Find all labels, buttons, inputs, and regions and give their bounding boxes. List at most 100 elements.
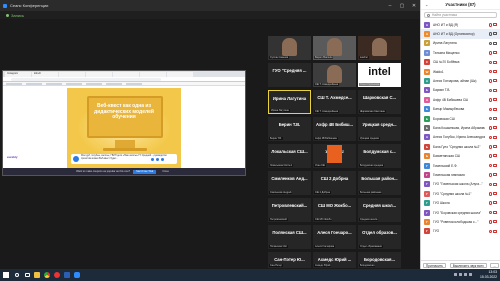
camera-icon [493, 107, 497, 111]
video-tile[interactable]: СШ 2 Добрна СШ 2 Добрна [313, 171, 356, 195]
avatar: Б [424, 87, 430, 94]
video-tile[interactable]: Ахфр 4В Бибиш... Ахфр 4В Бибишева [313, 117, 356, 141]
participant-row[interactable]: Б Бала Гуло "Средняя школа №2" [421, 142, 500, 151]
zoom-taskbar-icon[interactable] [72, 269, 82, 281]
close-icon[interactable]: ✕ [408, 0, 420, 11]
participant-row[interactable]: Г ГУО "Гомельская школа (Алуга..." [421, 180, 500, 189]
participant-name: СШ №70 Бобёвка [433, 60, 460, 65]
video-tile[interactable]: Улан СШУлан СШ [313, 144, 356, 168]
video-tile[interactable]: Большая район... Большая районная [358, 171, 401, 195]
share-promo-bar: Want to make coupons as popular as this … [3, 168, 245, 175]
participant-search[interactable]: Найти участника [424, 12, 497, 18]
video-tile[interactable]: СШ Т. Ахмедсейкеев [313, 63, 356, 87]
participant-row[interactable]: Г ГУО "Ровенскослободская с..." [421, 217, 500, 226]
video-tile[interactable]: Бородовская... Бородовская [358, 252, 401, 268]
video-tile[interactable]: intel Ольга Урумьяева [358, 63, 401, 87]
video-tile[interactable]: Алеся Гончаро... Алеся Гончарова [313, 225, 356, 249]
more-button[interactable]: ... [490, 262, 500, 268]
task-view-icon[interactable] [22, 269, 32, 281]
participant-name: ГУО "Гомельская школа (Алуга..." [433, 182, 483, 187]
invite-button[interactable]: Пригласить [422, 262, 446, 268]
video-tile[interactable]: Урицкая средн... Урицкая средняя [358, 117, 401, 141]
participant-row[interactable]: Б Бахметинская СШ [421, 151, 500, 160]
participant-status [488, 69, 497, 74]
video-tile[interactable]: Ирина Лагутина Ирина Лагутина [268, 90, 311, 114]
video-tile[interactable]: Отдел образов... Отдел образования [358, 225, 401, 249]
participant-row[interactable]: А Алеся Гончарова, айлан (Шк) [421, 76, 500, 85]
avatar: Г [424, 190, 430, 197]
video-tile[interactable]: Шарковская С... Шарковская Светлана [358, 90, 401, 114]
participant-row[interactable]: Г Гомельский Е.Ф. [421, 161, 500, 170]
video-tile[interactable]: Bayan Zhansulu [313, 36, 356, 60]
browser-tab[interactable]: kidsAI [32, 72, 58, 77]
close-promo-button[interactable]: Close [159, 170, 172, 174]
participant-video [327, 38, 342, 56]
participant-row[interactable]: А АНО ИТ и ВД (Организатор) [421, 29, 500, 39]
microphone-icon [488, 154, 492, 158]
mute-all-button[interactable]: Выключить звук всех [449, 262, 487, 268]
shared-screen: Instagram kidsAI Веб-квест как одна из ди… [2, 70, 246, 176]
tile-name: Большая район... [361, 176, 398, 181]
video-tile[interactable]: ГУО "Средняя ... [268, 63, 311, 87]
participant-row[interactable]: Г ГУО [421, 227, 500, 236]
window-title: Сеанс Конференции [10, 3, 49, 8]
browser-tab[interactable] [113, 72, 139, 77]
collapse-icon[interactable]: ⌄ [425, 2, 428, 7]
tile-label: Локальская СШ №1 [269, 164, 294, 167]
yandex-icon[interactable] [52, 269, 62, 281]
video-tile[interactable]: Болдумская с... Болдумская средняя [358, 144, 401, 168]
participant-row[interactable]: Б Бала Кошкинская, Ирина Абрамова [421, 123, 500, 132]
camera-icon [493, 229, 497, 233]
participant-row[interactable]: Б Батыр Мамырбекова [421, 105, 500, 114]
browser-tab[interactable] [59, 72, 85, 77]
participant-row[interactable]: А АНО ИТ и ВД (Я) [421, 20, 500, 29]
participant-row[interactable]: И Ирина Лагутина [421, 39, 500, 48]
participant-status [488, 98, 497, 102]
video-tile[interactable]: Ахмедс Юрий ... Ахмедс Юрий [313, 252, 356, 268]
browser-tab[interactable] [86, 72, 112, 77]
tile-label: Берин Т.В. [269, 137, 283, 140]
maximize-icon[interactable]: ▢ [396, 0, 408, 11]
search-icon[interactable] [12, 269, 22, 281]
video-tile[interactable]: Султан Сакенов [268, 36, 311, 60]
video-tile[interactable]: Берин Т.В. Берин Т.В. [268, 117, 311, 141]
system-tray [454, 273, 472, 276]
browser-tab[interactable]: Instagram [5, 72, 31, 77]
participant-row[interactable]: Г Гомельская гимназия [421, 170, 500, 179]
video-tile[interactable]: teacher [358, 36, 401, 60]
windows-taskbar: 13:03 15.03.2022 [0, 269, 500, 281]
participant-row[interactable]: Б Бариян Т.В. [421, 86, 500, 95]
chrome-icon[interactable] [42, 269, 52, 281]
explorer-icon[interactable] [32, 269, 42, 281]
clock[interactable]: 13:03 15.03.2022 [480, 270, 497, 279]
url-field[interactable] [11, 77, 161, 81]
zoom-logo-icon [3, 3, 7, 8]
participant-row[interactable]: А Ахфр 4В Бибишева СШ [421, 95, 500, 104]
browser-tab[interactable] [167, 72, 193, 77]
video-tile[interactable]: Локальская СШ... Локальская СШ №1 [268, 144, 311, 168]
minimize-icon[interactable]: – [384, 0, 396, 11]
participant-name: Waldo1 [433, 69, 444, 74]
video-tile[interactable]: Сан-Пэтер Ю... Сан-Пэтер [268, 252, 311, 268]
video-tile[interactable]: СШ МО Жокбо... СШ МО Жокбо [313, 198, 356, 222]
participant-row[interactable]: Г ГУО Школа [421, 198, 500, 207]
participant-row[interactable]: А Алеся Голубок, Ирина Александровна [421, 133, 500, 142]
participant-row[interactable]: Т Татьяна Мищенко [421, 48, 500, 57]
video-tile[interactable]: Средняя школ... Средняя школа [358, 198, 401, 222]
start-trial-button[interactable]: Start Free Trial [133, 169, 157, 174]
word-icon[interactable] [62, 269, 72, 281]
participant-row[interactable]: Б Боровская СШ [421, 114, 500, 123]
participant-row[interactable]: С СШ №70 Бобёвка [421, 58, 500, 67]
avatar: Б [424, 143, 430, 150]
video-tile[interactable]: СШ Т. Ахмедсе... СШ Т. Ахмедсейкеев [313, 90, 356, 114]
video-tile[interactable]: Смиленков Анд... Смиленков Андрей [268, 171, 311, 195]
tile-name: Отдел образов... [362, 230, 397, 235]
participant-row[interactable]: W Waldo1 [421, 67, 500, 76]
video-tile[interactable]: Петровлевский... Петровлевский [268, 198, 311, 222]
panel-footer: Пригласить Выключить звук всех ... [421, 260, 500, 269]
participant-row[interactable]: Г ГУО "Средняя школа №1" [421, 189, 500, 198]
start-button[interactable] [0, 269, 12, 281]
video-tile[interactable]: Полянская СШ... Полянская СШ [268, 225, 311, 249]
browser-tab[interactable] [140, 72, 166, 77]
participant-row[interactable]: Г ГУО "Боровская средняя школа" [421, 208, 500, 217]
